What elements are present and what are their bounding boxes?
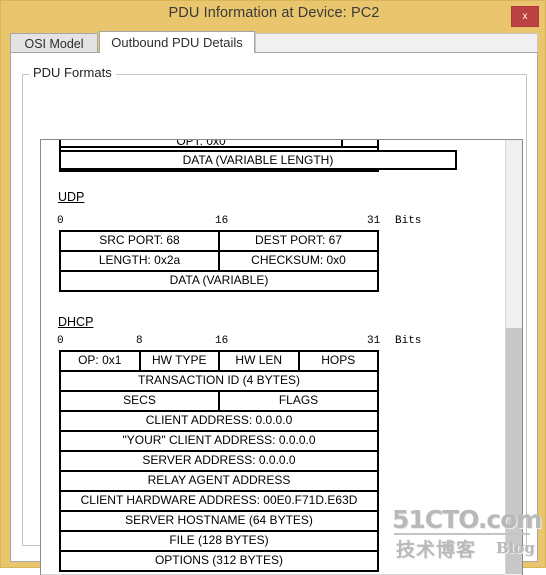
dhcp-ruler-tick-0: 0 [57,335,64,347]
udp-section-label: UDP [58,190,85,204]
pdu-viewport: OPT: 0x0 0x0 DATA (VARIABLE LENGTH) UDP [41,140,506,574]
dhcp-ruler-tick-16: 16 [215,335,229,347]
ip-data-row: DATA (VARIABLE LENGTH) [61,152,455,172]
pdu-scroll-panel: OPT: 0x0 0x0 DATA (VARIABLE LENGTH) UDP [40,139,523,575]
pdu-information-window: PDU Information at Device: PC2 x OSI Mod… [0,0,546,575]
vertical-scrollbar[interactable]: ˄ [505,140,522,574]
dhcp-server-address-row: SERVER ADDRESS: 0.0.0.0 [61,452,377,472]
dhcp-server-hostname-row: SERVER HOSTNAME (64 BYTES) [61,512,377,532]
dhcp-options-row: OPTIONS (312 BYTES) [61,552,377,572]
udp-data-row: DATA (VARIABLE) [61,272,377,292]
dhcp-file-cell: FILE (128 BYTES) [169,533,269,547]
dhcp-relay-agent-address-row: RELAY AGENT ADDRESS [61,472,377,492]
dhcp-server-address-cell: SERVER ADDRESS: 0.0.0.0 [142,453,296,467]
udp-header-table: SRC PORT: 68 DEST PORT: 67 LENGTH: 0x2a … [59,230,379,292]
dhcp-header-table: OP: 0x1 HW TYPE HW LEN HOPS TRANSACTION … [59,350,379,572]
tab-panel: PDU Formats OPT: 0x0 0x0 [10,52,538,575]
udp-ruler-tick-31: 31 [367,215,381,227]
udp-length-cell: LENGTH: 0x2a [61,252,220,270]
udp-checksum-cell: CHECKSUM: 0x0 [251,253,346,267]
dhcp-flags-cell: FLAGS [278,393,319,407]
window-title: PDU Information at Device: PC2 [168,5,380,21]
dhcp-your-client-address-cell: "YOUR" CLIENT ADDRESS: 0.0.0.0 [122,433,316,447]
screenshot-root: PDU Information at Device: PC2 x OSI Mod… [0,0,546,575]
dhcp-client-address-row: CLIENT ADDRESS: 0.0.0.0 [61,412,377,432]
dhcp-client-hardware-address-row: CLIENT HARDWARE ADDRESS: 00E0.F71D.E63D [61,492,377,512]
dhcp-section-label: DHCP [58,315,94,329]
vertical-scrollbar-thumb[interactable] [506,143,522,328]
udp-ruler-tick-16: 16 [215,215,229,227]
dhcp-server-hostname-cell: SERVER HOSTNAME (64 BYTES) [125,513,313,527]
tabstrip-filler [255,33,538,53]
ip-options-row: OPT: 0x0 0x0 [61,140,377,148]
dhcp-secs-cell: SECS [61,392,220,410]
tab-osi-model[interactable]: OSI Model [10,33,98,53]
pdu-formats-legend: PDU Formats [29,65,116,80]
udp-data-cell: DATA (VARIABLE) [169,273,269,287]
dhcp-client-address-cell: CLIENT ADDRESS: 0.0.0.0 [145,413,293,427]
dhcp-relay-agent-address-cell: RELAY AGENT ADDRESS [147,473,291,487]
dhcp-file-row: FILE (128 BYTES) [61,532,377,552]
dhcp-options-cell: OPTIONS (312 BYTES) [154,553,284,567]
dhcp-transaction-id-row: TRANSACTION ID (4 BYTES) [61,372,377,392]
ip-opt-cell: OPT: 0x0 [61,140,343,146]
udp-ruler-tick-0: 0 [57,215,64,227]
ip-data-cell: DATA (VARIABLE LENGTH) [182,153,334,167]
dhcp-secs-flags-row: SECS FLAGS [61,392,377,412]
dhcp-op-row: OP: 0x1 HW TYPE HW LEN HOPS [61,352,377,372]
tabstrip: OSI Model Outbound PDU Details [10,30,538,53]
udp-length-checksum-row: LENGTH: 0x2a CHECKSUM: 0x0 [61,252,377,272]
dhcp-your-client-address-row: "YOUR" CLIENT ADDRESS: 0.0.0.0 [61,432,377,452]
dhcp-transaction-id-cell: TRANSACTION ID (4 BYTES) [137,373,301,387]
dhcp-ruler-units: Bits [395,335,422,347]
udp-ruler-units: Bits [395,215,422,227]
dhcp-hops-cell: HOPS [321,353,356,367]
ip-data-table: DATA (VARIABLE LENGTH) [59,150,457,170]
udp-ports-row: SRC PORT: 68 DEST PORT: 67 [61,232,377,252]
dhcp-op-cell: OP: 0x1 [61,352,141,370]
udp-src-port-cell: SRC PORT: 68 [61,232,220,250]
dhcp-ruler-tick-31: 31 [367,335,381,347]
dhcp-hwtype-cell: HW TYPE [141,352,220,370]
dhcp-bit-ruler: 0 8 16 31 Bits [57,335,421,349]
ip-opt-pad-cell: 0x0 [343,140,377,146]
dhcp-hwlen-cell: HW LEN [220,352,300,370]
udp-dest-port-cell: DEST PORT: 67 [255,233,342,247]
dhcp-ruler-tick-8: 8 [136,335,143,347]
window-titlebar: PDU Information at Device: PC2 x [1,1,546,29]
tab-outbound-pdu-details[interactable]: Outbound PDU Details [99,31,255,53]
udp-bit-ruler: 0 16 31 Bits [57,215,421,229]
dhcp-client-hardware-address-cell: CLIENT HARDWARE ADDRESS: 00E0.F71D.E63D [80,493,358,507]
close-button[interactable]: x [511,6,539,27]
vertical-scrollbar-track[interactable] [506,328,522,574]
